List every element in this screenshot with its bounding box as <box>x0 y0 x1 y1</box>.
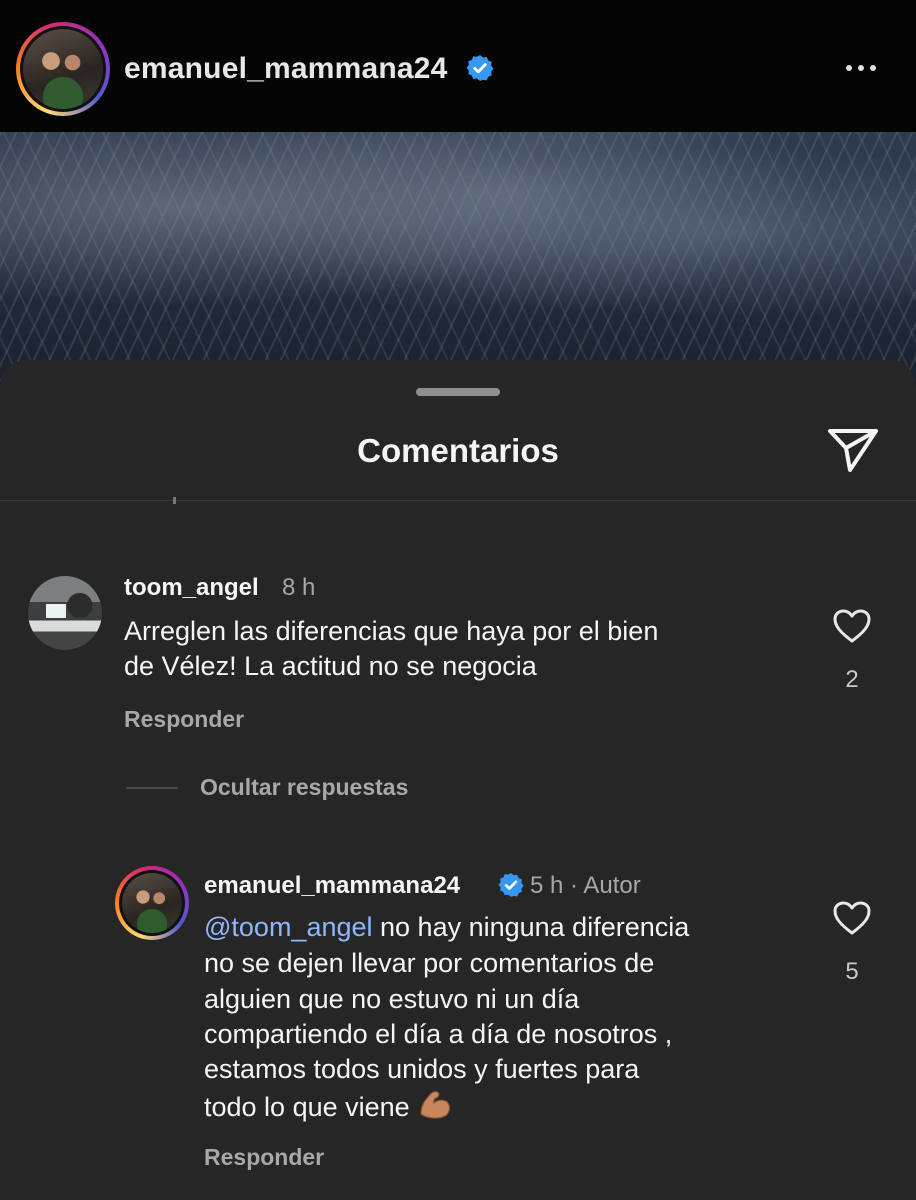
comment-time: 8 h <box>282 574 316 601</box>
reply-text-fragment: no hay ninguna diferencia <box>372 912 690 942</box>
comment-username[interactable]: toom_angel <box>124 574 259 602</box>
reply-text-line: estamos todos unidos y fuertes para <box>204 1054 640 1084</box>
like-heart-icon[interactable] <box>832 900 872 936</box>
like-count: 5 <box>845 958 859 985</box>
reply-button[interactable]: Responder <box>124 706 244 733</box>
post-author-avatar[interactable] <box>16 22 110 116</box>
verified-badge-icon <box>466 55 494 81</box>
hide-replies-button[interactable]: Ocultar respuestas <box>200 774 408 801</box>
sheet-drag-handle[interactable] <box>416 388 500 396</box>
reply-time-value: 5 h <box>530 872 564 899</box>
comment-text-line: Arreglen las diferencias que haya por el… <box>124 616 659 646</box>
verified-badge-icon <box>498 873 524 897</box>
reply-text-line: no se dejen llevar por comentarios de <box>204 948 655 978</box>
reply-author-avatar[interactable] <box>115 866 189 940</box>
reply-separator: · <box>570 872 579 899</box>
reply-text-line: alguien que no estuvo ni un día <box>204 984 580 1014</box>
sheet-title: Comentarios <box>357 432 559 469</box>
more-options-icon[interactable] <box>846 58 886 78</box>
reply-text-line: todo lo que viene <box>204 1088 453 1125</box>
reply-text-fragment: todo lo que viene <box>204 1092 410 1122</box>
commenter-avatar[interactable] <box>28 576 102 650</box>
flexed-biceps-icon <box>420 1091 451 1119</box>
scroll-remnant <box>173 497 176 504</box>
reply-username[interactable]: emanuel_mammana24 <box>204 872 460 900</box>
author-badge: Autor <box>583 872 641 899</box>
hide-replies-line <box>126 787 178 789</box>
reply-button[interactable]: Responder <box>204 1144 324 1171</box>
reply-text-line: compartiendo el día a día de nosotros , <box>204 1019 673 1049</box>
post-author-username[interactable]: emanuel_mammana24 <box>124 52 448 86</box>
post-header: emanuel_mammana24 <box>0 0 916 132</box>
post-photo <box>0 132 916 382</box>
comments-sheet: Comentarios toom_angel 8 h Arreglen las … <box>0 360 916 1200</box>
mention-link[interactable]: @toom_angel <box>204 912 373 942</box>
reply-text-line: @toom_angel no hay ninguna diferencia <box>204 910 689 945</box>
like-heart-icon[interactable] <box>832 608 872 644</box>
sheet-divider <box>0 500 916 501</box>
like-count: 2 <box>845 666 859 693</box>
comment-text-line: de Vélez! La actitud no se negocia <box>124 651 537 681</box>
share-send-icon[interactable] <box>826 426 880 474</box>
reply-time: 5 h · Autor <box>530 872 641 900</box>
